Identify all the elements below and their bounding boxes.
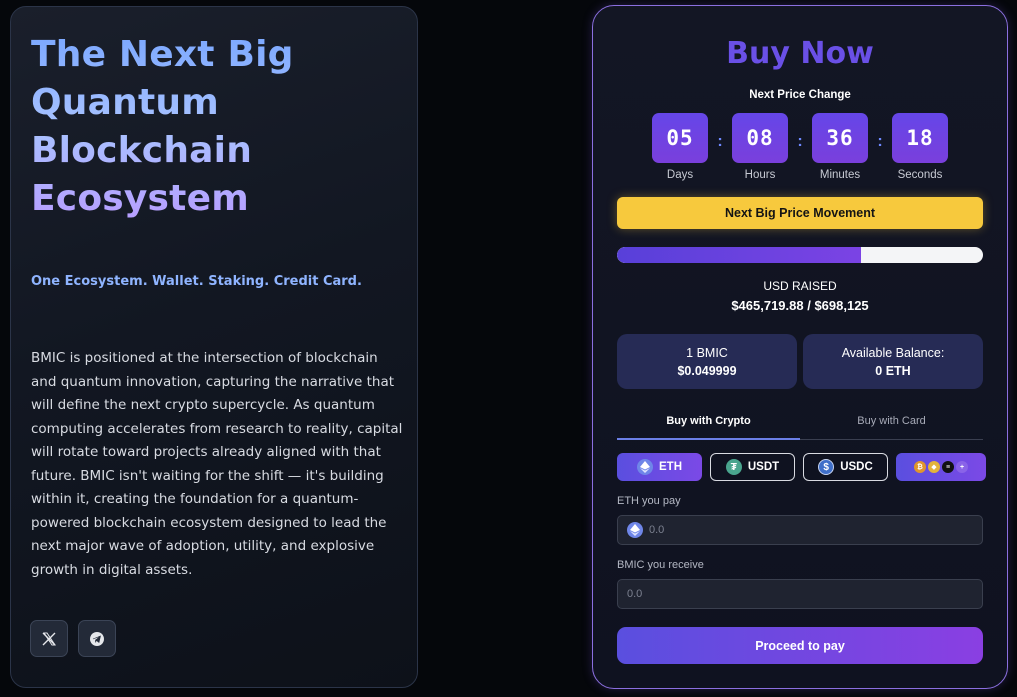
countdown-days-label: Days: [666, 169, 694, 181]
buy-title: Buy Now: [726, 36, 874, 71]
countdown-hours: 08 Hours: [732, 113, 788, 181]
countdown-separator: :: [877, 133, 883, 150]
more-tokens-button[interactable]: ₿ ◆ ≡ +: [896, 453, 986, 481]
telegram-icon: [90, 631, 104, 646]
eth-icon: [637, 459, 653, 475]
countdown-seconds: 18 Seconds: [892, 113, 948, 181]
token-eth-button[interactable]: ETH: [617, 453, 702, 481]
x-twitter-icon: [42, 632, 56, 645]
eth-pay-label: ETH you pay: [617, 495, 681, 507]
token-usdc-label: USDC: [840, 461, 873, 473]
next-price-change-label: Next Price Change: [749, 89, 851, 101]
countdown-minutes-label: Minutes: [819, 169, 861, 181]
hero-title-line-4: Ecosystem: [31, 178, 249, 219]
countdown-days: 05 Days: [652, 113, 708, 181]
token-usdt-label: USDT: [747, 461, 780, 473]
token-price-card: 1 BMIC $0.049999: [617, 334, 797, 389]
payment-method-tabs: Buy with Crypto Buy with Card: [617, 410, 983, 440]
bmic-receive-field[interactable]: [617, 579, 983, 609]
countdown-days-value: 05: [652, 113, 708, 163]
countdown-timer: 05 Days : 08 Hours : 36 Minutes : 18 Sec…: [652, 113, 948, 181]
raise-progress-bar: [617, 247, 983, 263]
x-twitter-button[interactable]: [30, 620, 68, 657]
proceed-to-pay-button[interactable]: Proceed to pay: [617, 627, 983, 664]
solana-icon: ≡: [942, 461, 954, 473]
countdown-seconds-label: Seconds: [897, 169, 943, 181]
token-price-value: $0.049999: [677, 363, 737, 378]
countdown-minutes-value: 36: [812, 113, 868, 163]
hero-tagline: One Ecosystem. Wallet. Staking. Credit C…: [31, 274, 362, 289]
token-usdt-button[interactable]: ₮ USDT: [710, 453, 795, 481]
hero-panel: The Next Big Quantum Blockchain Ecosyste…: [10, 6, 418, 688]
bnb-icon: ◆: [928, 461, 940, 473]
hero-title-line-3: Blockchain: [31, 130, 253, 171]
tab-buy-with-card[interactable]: Buy with Card: [800, 410, 983, 439]
tab-buy-with-crypto[interactable]: Buy with Crypto: [617, 410, 800, 440]
token-usdc-button[interactable]: $ USDC: [803, 453, 888, 481]
usdt-icon: ₮: [725, 459, 742, 475]
countdown-hours-label: Hours: [744, 169, 776, 181]
bmic-receive-input[interactable]: [627, 588, 927, 600]
hero-title: The Next Big Quantum Blockchain Ecosyste…: [31, 31, 391, 223]
raise-progress-fill: [617, 247, 861, 263]
token-eth-label: ETH: [659, 461, 682, 473]
available-balance-label: Available Balance:: [841, 345, 945, 360]
available-balance-value: 0 ETH: [875, 363, 911, 378]
hero-description: BMIC is positioned at the intersection o…: [31, 350, 403, 578]
usd-raised-label: USD RAISED: [763, 279, 837, 293]
countdown-seconds-value: 18: [892, 113, 948, 163]
social-links: [30, 620, 116, 657]
eth-icon: [627, 522, 643, 538]
more-icon: +: [956, 461, 968, 473]
token-selector: ETH ₮ USDT $ USDC ₿ ◆ ≡ +: [617, 453, 986, 481]
buy-panel: Buy Now Next Price Change 05 Days : 08 H…: [592, 5, 1008, 689]
countdown-hours-value: 08: [732, 113, 788, 163]
available-balance-card: Available Balance: 0 ETH: [803, 334, 983, 389]
telegram-button[interactable]: [78, 620, 116, 657]
countdown-minutes: 36 Minutes: [812, 113, 868, 181]
countdown-separator: :: [717, 133, 723, 150]
next-price-movement-button[interactable]: Next Big Price Movement: [617, 197, 983, 229]
bitcoin-icon: ₿: [914, 461, 926, 473]
token-price-unit: 1 BMIC: [686, 345, 728, 360]
hero-title-line-1: The Next Big: [31, 34, 294, 75]
hero-title-line-2: Quantum: [31, 82, 219, 123]
eth-pay-field[interactable]: [617, 515, 983, 545]
usdc-icon: $: [818, 459, 835, 475]
countdown-separator: :: [797, 133, 803, 150]
eth-pay-input[interactable]: [649, 524, 949, 536]
bmic-receive-label: BMIC you receive: [617, 559, 704, 571]
usd-raised-value: $465,719.88 / $698,125: [731, 298, 869, 313]
